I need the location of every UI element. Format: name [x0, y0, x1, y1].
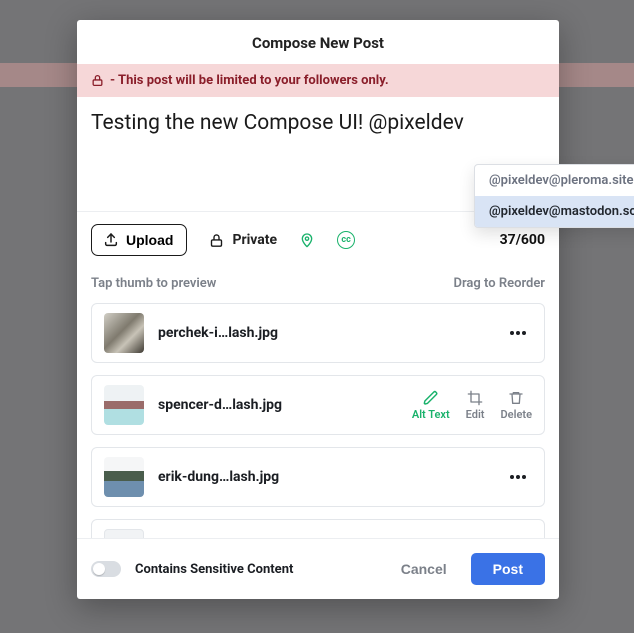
attachment-filename: perchek-i…lash.jpg — [158, 325, 490, 341]
upload-icon — [103, 232, 119, 248]
license-cc-icon[interactable]: cc — [337, 231, 355, 249]
attachment-card[interactable]: perchek-i…lash.jpg — [91, 303, 545, 363]
trash-icon — [508, 390, 524, 406]
post-button[interactable]: Post — [471, 553, 545, 585]
attachment-menu-button[interactable] — [504, 331, 532, 335]
attachment-filename: spencer-d…lash.jpg — [158, 397, 398, 413]
compose-modal: Compose New Post - This post will be lim… — [77, 20, 559, 599]
character-counter: 37/600 — [500, 232, 545, 248]
mention-suggestion-item[interactable]: @pixeldev@mastodon.social — [475, 196, 634, 227]
lock-icon — [91, 74, 104, 87]
sensitive-content-toggle[interactable] — [91, 561, 121, 577]
alt-text-button[interactable]: Alt Text — [412, 390, 450, 421]
crop-icon — [467, 390, 483, 406]
attachment-card[interactable] — [91, 519, 545, 538]
attachment-actions: Alt Text Edit Delete — [412, 390, 532, 421]
compose-footer: Contains Sensitive Content Cancel Post — [77, 538, 559, 599]
privacy-warning-banner: - This post will be limited to your foll… — [77, 64, 559, 97]
upload-button[interactable]: Upload — [91, 224, 187, 256]
attachment-thumb[interactable] — [104, 385, 144, 425]
delete-button[interactable]: Delete — [501, 390, 532, 421]
edit-button[interactable]: Edit — [466, 390, 485, 421]
location-pin-icon[interactable] — [299, 232, 315, 248]
attachment-thumb[interactable] — [104, 457, 144, 497]
attachment-thumb[interactable] — [104, 529, 144, 538]
attachments-hints: Tap thumb to preview Drag to Reorder — [91, 270, 545, 303]
sensitive-content-label: Contains Sensitive Content — [135, 562, 293, 577]
cancel-button[interactable]: Cancel — [391, 553, 457, 585]
modal-title: Compose New Post — [77, 20, 559, 64]
lock-icon — [209, 233, 224, 248]
attachment-thumb[interactable] — [104, 313, 144, 353]
privacy-label: Private — [232, 232, 277, 248]
hint-reorder: Drag to Reorder — [454, 276, 546, 291]
privacy-warning-text: - This post will be limited to your foll… — [110, 73, 389, 88]
upload-label: Upload — [126, 232, 173, 248]
privacy-selector[interactable]: Private — [209, 232, 277, 248]
attachment-card[interactable]: spencer-d…lash.jpg Alt Text Edit Dele — [91, 375, 545, 435]
attachment-card[interactable]: erik-dung…lash.jpg — [91, 447, 545, 507]
attachment-menu-button[interactable] — [504, 475, 532, 479]
attachment-filename: erik-dung…lash.jpg — [158, 469, 490, 485]
pencil-icon — [423, 390, 439, 406]
mention-suggestion-item[interactable]: @pixeldev@pleroma.site — [475, 165, 634, 196]
attachments-section: Tap thumb to preview Drag to Reorder per… — [77, 270, 559, 538]
mention-suggestions-popover: @pixeldev@pleroma.site @pixeldev@mastodo… — [474, 164, 634, 228]
hint-preview: Tap thumb to preview — [91, 276, 216, 291]
